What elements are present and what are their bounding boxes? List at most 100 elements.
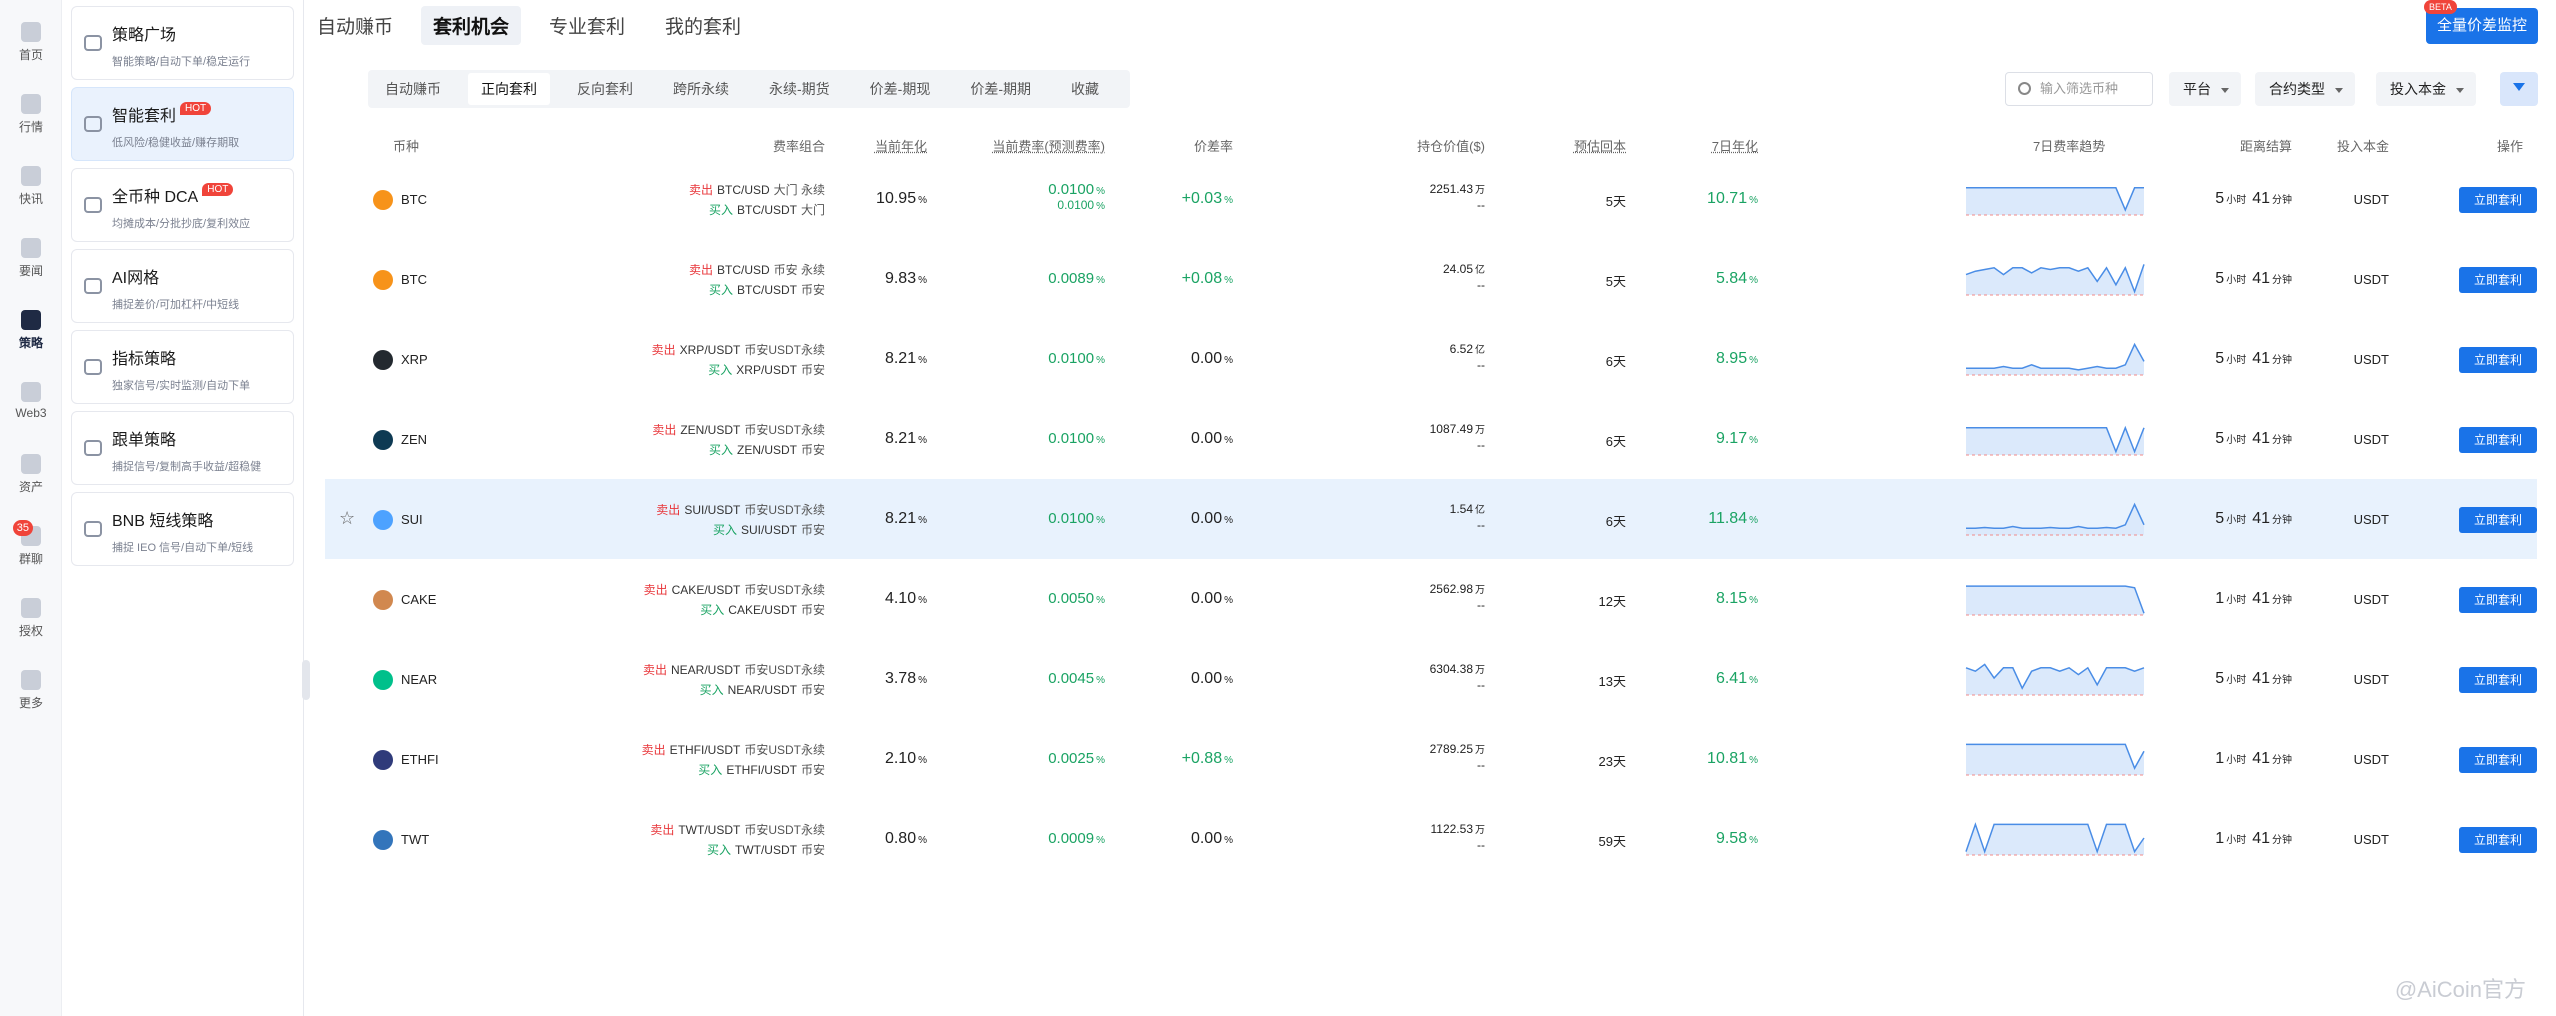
hour-unit: 小时 xyxy=(2226,595,2247,606)
sub-tab-7[interactable]: 收藏 xyxy=(1058,73,1112,105)
buy-exchange: 币安 xyxy=(800,283,825,297)
sub-tab-2[interactable]: 反向套利 xyxy=(564,73,646,105)
position-line: 1087.49 万 xyxy=(1430,421,1485,436)
seven-day-annual: 10.71% xyxy=(1707,190,1758,208)
header-position[interactable]: 持仓价值($) xyxy=(1417,136,1485,155)
pct-unit: % xyxy=(918,595,927,606)
buy-exchange: 币安 xyxy=(800,683,825,697)
table-row[interactable]: BTC 卖出 BTC/USD 币安 永续 买入 BTC/USDT 币安 9.83% 0.0089… xyxy=(325,239,2537,319)
strategy-card-6[interactable]: BNB 短线策略 捕捉 IEO 信号/自动下单/短线 xyxy=(71,492,294,566)
current-rate: 0.0025% xyxy=(1048,750,1105,767)
strategy-card-1[interactable]: 智能套利 HOT 低风险/稳健收益/赚存期取 xyxy=(71,87,294,161)
rail-item-5[interactable]: Web3 xyxy=(0,382,62,420)
rail-item-7[interactable]: 35 群聊 xyxy=(0,520,62,567)
settle-minutes: 41 xyxy=(2252,270,2270,287)
rail-item-4[interactable]: 策略 xyxy=(0,310,62,351)
arbitrage-now-button[interactable]: 立即套利 xyxy=(2459,507,2537,533)
arbitrage-now-button[interactable]: 立即套利 xyxy=(2459,747,2537,773)
table-row[interactable]: ETHFI 卖出 ETHFI/USDT 币安USDT永续 买入 ETHFI/USDT 币安 2… xyxy=(325,719,2537,799)
hot-badge: HOT xyxy=(202,183,234,196)
arbitrage-icon xyxy=(84,116,102,132)
copy-trade-icon xyxy=(84,440,102,456)
payback-days: 6天 xyxy=(1605,434,1626,449)
table-row[interactable]: NEAR 卖出 NEAR/USDT 币安USDT永续 买入 NEAR/USDT 币安 3.78… xyxy=(325,639,2537,719)
spread-value: 0.00 xyxy=(1190,670,1223,687)
pct-unit: % xyxy=(1224,755,1233,766)
header-rate[interactable]: 当前费率(预测费率) xyxy=(992,136,1105,155)
sub-tab-3[interactable]: 跨所永续 xyxy=(660,73,742,105)
arbitrage-now-button[interactable]: 立即套利 xyxy=(2459,427,2537,453)
strategy-card-3[interactable]: AI网格 捕捉差价/可加杠杆/中短线 xyxy=(71,249,294,323)
settle-minutes: 41 xyxy=(2252,430,2270,447)
arbitrage-now-button[interactable]: 立即套利 xyxy=(2459,347,2537,373)
full-spread-monitor-button[interactable]: BETA 全量价差监控 xyxy=(2424,0,2538,44)
spread-rate: 0.00% xyxy=(1191,430,1233,448)
table-row[interactable]: BTC 卖出 BTC/USD 大门 永续 买入 BTC/USDT 大门 10.95% 0.010… xyxy=(325,159,2537,239)
sub-tab-5[interactable]: 价差-期现 xyxy=(857,73,944,105)
settle-countdown: 5 小时 41 分钟 xyxy=(2215,670,2292,688)
payback-days: 6天 xyxy=(1605,514,1626,529)
settle-hours: 5 xyxy=(2215,670,2225,687)
top-tab-1[interactable]: 套利机会 xyxy=(421,5,522,45)
store-icon xyxy=(84,35,102,51)
top-tab-2[interactable]: 专业套利 xyxy=(537,6,637,45)
contract-type-dropdown[interactable]: 合约类型 xyxy=(2255,72,2355,106)
strategy-card-2[interactable]: 全币种 DCA HOT 均摊成本/分批抄底/复利效应 xyxy=(71,168,294,242)
table-row[interactable]: XRP 卖出 XRP/USDT 币安USDT永续 买入 XRP/USDT 币安 8.21% 0.… xyxy=(325,319,2537,399)
table-row[interactable]: TWT 卖出 TWT/USDT 币安USDT永续 买入 TWT/USDT 币安 0.80% 0.… xyxy=(325,799,2537,879)
rail-item-1[interactable]: 行情 xyxy=(0,94,62,135)
arbitrage-now-button[interactable]: 立即套利 xyxy=(2459,187,2537,213)
rail-item-8[interactable]: 授权 xyxy=(0,598,62,639)
filter-button[interactable] xyxy=(2500,72,2538,106)
rail-label: Web3 xyxy=(15,406,47,420)
rail-item-6[interactable]: 资产 xyxy=(0,454,62,495)
table-row[interactable]: ☆ SUI 卖出 SUI/USDT 币安USDT永续 买入 SUI/USDT 币安 8.21% 0… xyxy=(325,479,2537,559)
header-7d-annual[interactable]: 7日年化 xyxy=(1712,136,1758,155)
rail-item-9[interactable]: 更多 xyxy=(0,670,62,711)
current-rate: 0.0050% xyxy=(1048,590,1105,607)
invest-currency: USDT xyxy=(2353,272,2389,287)
position-secondary: -- xyxy=(1477,758,1485,772)
buy-label: 买入 xyxy=(700,603,725,617)
pct-unit: % xyxy=(1749,355,1758,366)
table-row[interactable]: ZEN 卖出 ZEN/USDT 币安USDT永续 买入 ZEN/USDT 币安 8.21% 0.… xyxy=(325,399,2537,479)
sell-exchange: 大门 永续 xyxy=(773,183,825,197)
strategy-card-5[interactable]: 跟单策略 捕捉信号/复制高手收益/超稳健 xyxy=(71,411,294,485)
minute-unit: 分钟 xyxy=(2272,835,2292,846)
spread-value: 0.00 xyxy=(1190,510,1223,527)
arbitrage-now-button[interactable]: 立即套利 xyxy=(2459,587,2537,613)
header-spread[interactable]: 价差率 xyxy=(1194,136,1233,155)
spread-value: 0.00 xyxy=(1190,350,1223,367)
rate-combo: 卖出 ZEN/USDT 币安USDT永续 买入 ZEN/USDT 币安 xyxy=(652,421,825,458)
seven-day-annual: 11.84% xyxy=(1708,510,1758,528)
sub-tab-1[interactable]: 正向套利 xyxy=(468,73,550,105)
pct-unit: % xyxy=(1096,755,1105,766)
current-annual: 2.10% xyxy=(885,750,927,768)
strategy-card-4[interactable]: 指标策略 独家信号/实时监测/自动下单 xyxy=(71,330,294,404)
sub-tab-0[interactable]: 自动赚币 xyxy=(372,73,454,105)
rail-item-3[interactable]: 要闻 xyxy=(0,238,62,279)
arbitrage-now-button[interactable]: 立即套利 xyxy=(2459,267,2537,293)
hour-unit: 小时 xyxy=(2226,275,2247,286)
top-tab-0[interactable]: 自动赚币 xyxy=(305,6,405,45)
coin-search-input[interactable]: 输入筛选币种 xyxy=(2005,72,2153,106)
invest-dropdown[interactable]: 投入本金 xyxy=(2376,72,2476,106)
header-payback[interactable]: 预估回本 xyxy=(1574,136,1626,155)
sub-tab-6[interactable]: 价差-期期 xyxy=(957,73,1044,105)
position-line: 6.52 亿 xyxy=(1450,341,1485,356)
platform-dropdown[interactable]: 平台 xyxy=(2169,72,2241,106)
strategy-card-0[interactable]: 策略广场 智能策略/自动下单/稳定运行 xyxy=(71,6,294,80)
rate-line: 0.0100% xyxy=(1048,510,1105,527)
star-icon[interactable]: ☆ xyxy=(339,509,357,527)
rail-item-2[interactable]: 快讯 xyxy=(0,166,62,207)
position-secondary: -- xyxy=(1477,598,1485,612)
top-tab-3[interactable]: 我的套利 xyxy=(653,6,753,45)
rate-combo: 卖出 ETHFI/USDT 币安USDT永续 买入 ETHFI/USDT 币安 xyxy=(642,741,825,778)
rail-item-0[interactable]: 首页 xyxy=(0,22,62,63)
rail-label: 授权 xyxy=(18,624,43,638)
arbitrage-now-button[interactable]: 立即套利 xyxy=(2459,827,2537,853)
table-row[interactable]: CAKE 卖出 CAKE/USDT 币安USDT永续 买入 CAKE/USDT 币安 4.10… xyxy=(325,559,2537,639)
arbitrage-now-button[interactable]: 立即套利 xyxy=(2459,667,2537,693)
sub-tab-4[interactable]: 永续-期货 xyxy=(756,73,843,105)
header-annual[interactable]: 当前年化 xyxy=(875,136,927,155)
